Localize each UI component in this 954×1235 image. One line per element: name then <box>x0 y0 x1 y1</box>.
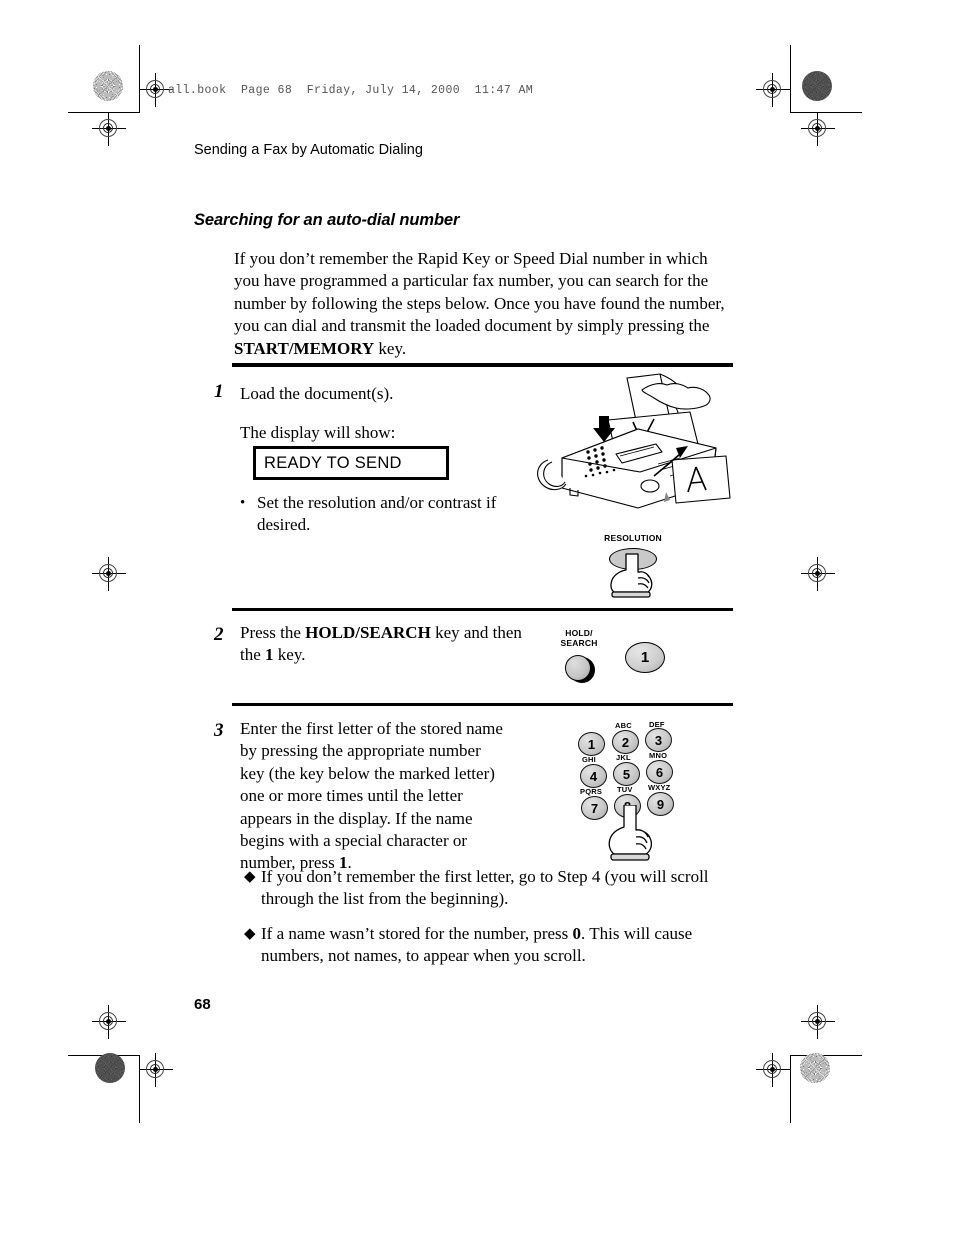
keypad-key-3: 3 <box>645 728 672 752</box>
keypad-key-2: 2 <box>612 730 639 754</box>
keypad-key-4: 4 <box>580 764 607 788</box>
note-bullet-2-part1: If a name wasn’t stored for the number, … <box>261 924 573 943</box>
registration-target-bottom-right-inner <box>756 1053 790 1087</box>
step-2-text-part3: key. <box>273 645 306 665</box>
registration-target-mid-left <box>92 557 126 591</box>
intro-paragraph: If you don’t remember the Rapid Key or S… <box>234 248 726 360</box>
keypad-key-8-letters: TUV <box>617 785 633 794</box>
rosette-mark-top-left <box>93 71 123 101</box>
step-3-text: Enter the first letter of the stored nam… <box>240 718 508 875</box>
document-page: all.book Page 68 Friday, July 14, 2000 1… <box>0 0 954 1235</box>
note-bullet-2-bold: 0 <box>572 924 582 943</box>
intro-text-bold: START/MEMORY <box>234 338 375 358</box>
note-bullet-2-text: If a name wasn’t stored for the number, … <box>261 923 714 968</box>
hold-search-button <box>565 655 591 681</box>
registration-target-bottom-right-outer <box>801 1005 835 1039</box>
pointing-hand-keypad-icon <box>604 805 660 863</box>
note-bullet-2: ◆ If a name wasn’t stored for the number… <box>244 923 714 968</box>
trim-line-right-top <box>790 45 791 113</box>
diamond-bullet-icon: ◆ <box>244 869 256 885</box>
section-heading: Searching for an auto-dial number <box>194 211 460 229</box>
trim-line-bottom-right <box>790 1055 862 1056</box>
step-divider-2 <box>232 608 733 611</box>
keypad-key-4-letters: GHI <box>582 755 596 764</box>
step-1-bullet-text: Set the resolution and/or contrast if de… <box>257 493 497 535</box>
keypad-key-3-letters: DEF <box>649 720 665 729</box>
rosette-mark-top-right <box>802 71 832 101</box>
step-3-text-part1: Enter the first letter of the stored nam… <box>240 719 503 873</box>
note-bullet-1: ◆ If you don’t remember the first letter… <box>244 866 714 911</box>
registration-target-mid-right <box>801 557 835 591</box>
keypad-key-9-letters: WXYZ <box>648 783 671 792</box>
registration-target-top-left-outer <box>92 112 126 146</box>
diamond-bullet-icon: ◆ <box>244 926 256 942</box>
step-2-text-bold-one: 1 <box>265 645 274 665</box>
step-2-text-part1: Press the <box>240 623 306 642</box>
bullet-dot-icon: • <box>240 495 246 511</box>
rosette-mark-bottom-left <box>95 1053 125 1083</box>
registration-target-bottom-left-inner <box>139 1053 173 1087</box>
step-1-number: 1 <box>214 381 224 402</box>
note-bullet-1-part1: If you don’t remember the first letter, … <box>261 867 709 909</box>
fax-machine-illustration <box>530 372 735 517</box>
keypad-key-2-letters: ABC <box>615 721 632 730</box>
step-2-text-bold-hold-search: HOLD/SEARCH <box>305 623 431 642</box>
lcd-display-box: READY TO SEND <box>253 446 449 480</box>
lcd-display-text: READY TO SEND <box>264 453 402 472</box>
note-bullet-1-text: If you don’t remember the first letter, … <box>261 866 714 911</box>
step-1-line-2: The display will show: <box>240 423 396 442</box>
keypad-key-1: 1 <box>578 732 605 756</box>
keypad-key-5: 5 <box>613 762 640 786</box>
step-divider-1 <box>232 363 733 367</box>
pointing-hand-resolution-icon <box>600 552 666 600</box>
keypad-key-6: 6 <box>646 760 673 784</box>
keypad-key-6-letters: MNO <box>649 751 668 760</box>
step-3-number: 3 <box>214 720 224 741</box>
running-head: Sending a Fax by Automatic Dialing <box>194 142 423 158</box>
rosette-mark-bottom-right <box>800 1053 830 1083</box>
step-divider-3 <box>232 703 733 706</box>
page-number: 68 <box>194 996 211 1013</box>
resolution-button-label: RESOLUTION <box>604 533 662 543</box>
hold-search-button-label: HOLD/ SEARCH <box>560 628 598 648</box>
registration-target-top-right-inner <box>756 73 790 107</box>
keypad-key-5-letters: JKL <box>616 753 631 762</box>
step-2-text: Press the HOLD/SEARCH key and then the 1… <box>240 622 540 667</box>
keypad-key-7-letters: PQRS <box>580 787 603 796</box>
keypad-key-1-illustration: 1 <box>625 642 665 673</box>
registration-target-bottom-left-outer <box>92 1005 126 1039</box>
trim-line-right-bottom <box>790 1055 791 1123</box>
step-1-bullet: • Set the resolution and/or contrast if … <box>240 492 510 537</box>
step-1-line-1: Load the document(s). <box>240 384 394 403</box>
intro-text-part1: If you don’t remember the Rapid Key or S… <box>234 249 725 336</box>
step-2-number: 2 <box>214 624 224 645</box>
intro-text-part2: key. <box>374 338 407 358</box>
registration-target-top-right-outer <box>801 112 835 146</box>
file-slug: all.book Page 68 Friday, July 14, 2000 1… <box>168 84 534 97</box>
